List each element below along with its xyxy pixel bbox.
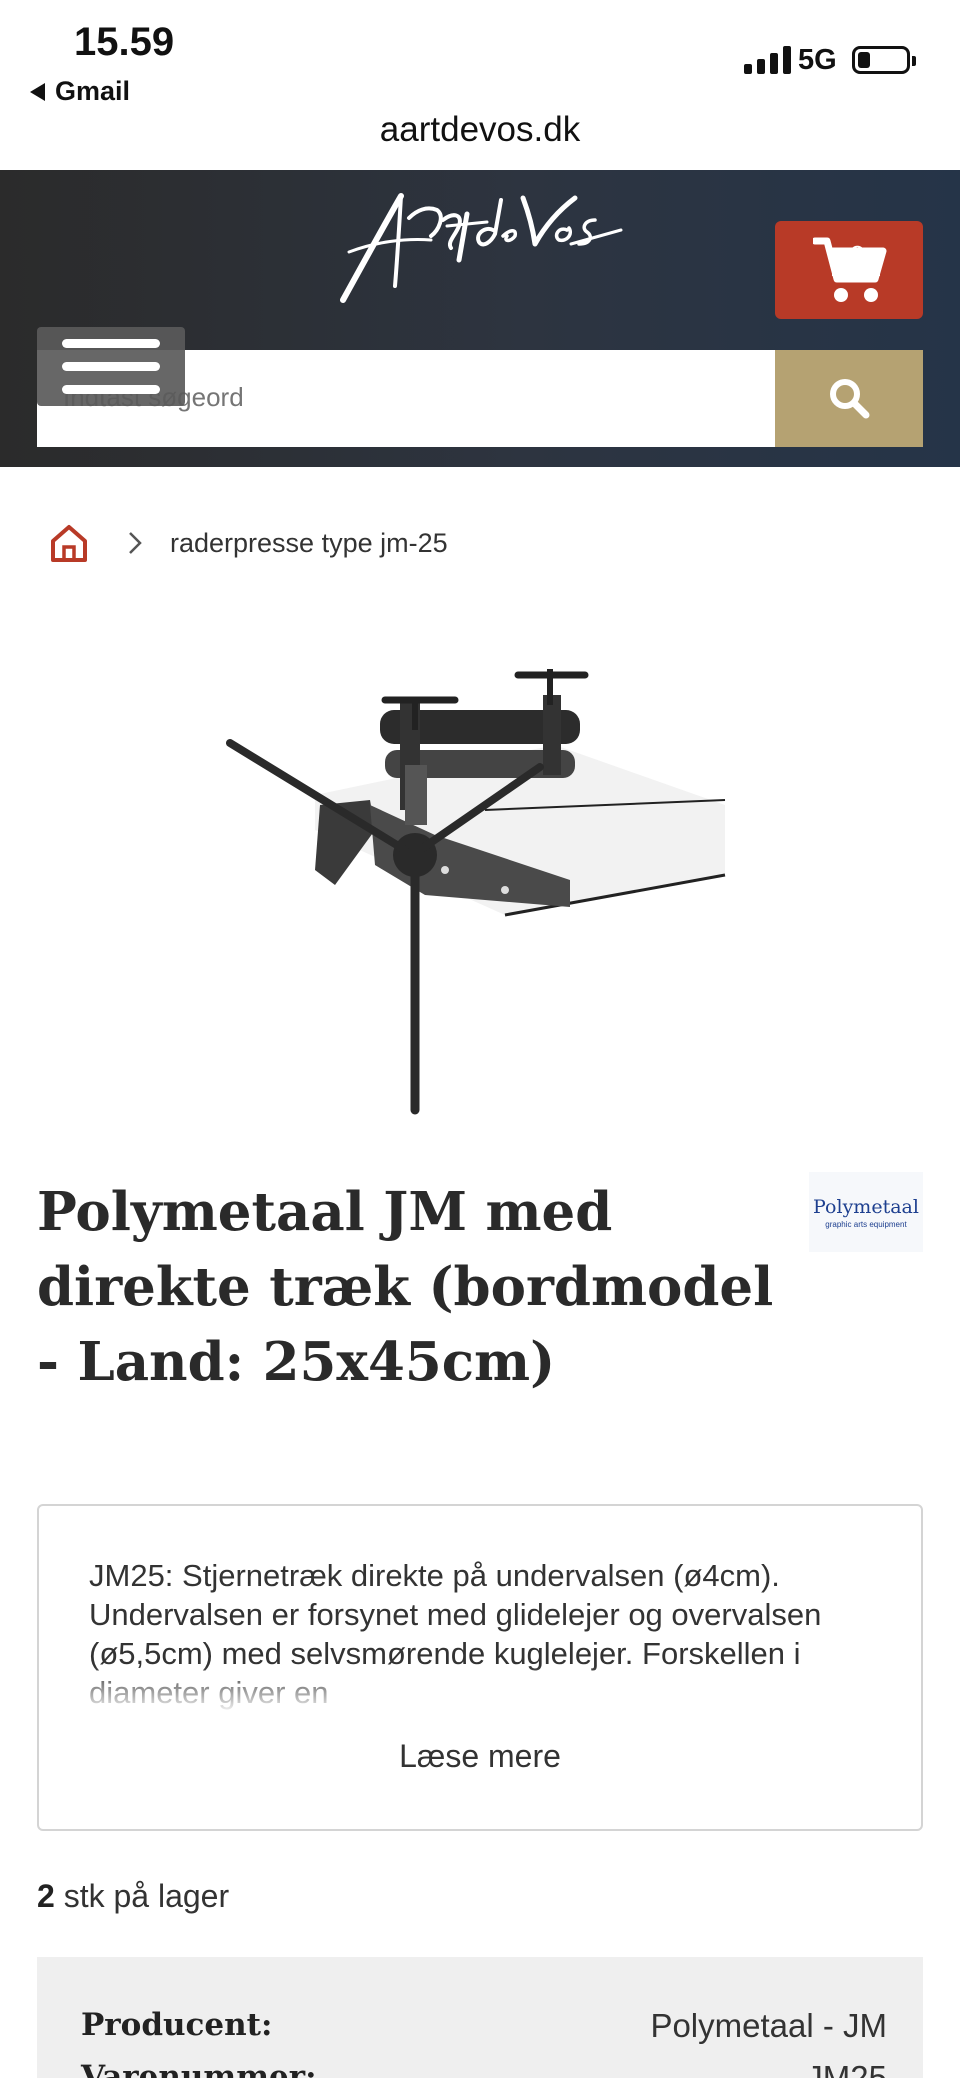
- stock-status: 2 stk på lager: [37, 1878, 229, 1915]
- spec-value: JM25: [806, 2059, 887, 2078]
- description-box: JM25: Stjernetræk direkte på undervalsen…: [37, 1504, 923, 1831]
- chevron-right-icon: [129, 532, 142, 554]
- breadcrumb-current[interactable]: raderpresse type jm-25: [170, 528, 448, 559]
- battery-icon: [852, 46, 916, 74]
- stock-label: stk på lager: [63, 1878, 230, 1914]
- home-icon[interactable]: [50, 523, 88, 563]
- status-bar: 15.59 Gmail 5G: [0, 0, 960, 118]
- search-icon: [830, 379, 870, 419]
- spec-row: Varenummer: JM25: [81, 2059, 887, 2078]
- product-image[interactable]: [225, 655, 735, 1125]
- spec-table: Producent: Polymetaal - JM Varenummer: J…: [37, 1957, 923, 2078]
- product-title: Polymetaal JM med direkte træk (bordmode…: [37, 1181, 774, 1393]
- hamburger-menu-button[interactable]: [37, 327, 185, 406]
- cart-button[interactable]: 0: [775, 221, 923, 319]
- site-header: 0: [0, 170, 960, 467]
- search-button[interactable]: [775, 350, 923, 447]
- brand-logo-name: Polymetaal: [813, 1196, 919, 1218]
- brand-logo-tagline: graphic arts equipment: [825, 1220, 907, 1229]
- breadcrumb: raderpresse type jm-25: [50, 520, 448, 566]
- browser-url[interactable]: aartdevos.dk: [0, 110, 960, 150]
- brand-logo[interactable]: Polymetaal graphic arts equipment: [809, 1172, 923, 1252]
- stock-count: 2: [37, 1878, 55, 1914]
- network-type: 5G: [798, 44, 837, 76]
- cellular-signal-icon: [744, 46, 791, 74]
- site-logo[interactable]: [335, 190, 625, 310]
- back-to-app-link[interactable]: Gmail: [30, 76, 130, 107]
- spec-key: Producent:: [81, 2007, 273, 2043]
- status-time: 15.59: [74, 20, 175, 64]
- description-fade: [89, 1666, 889, 1712]
- spec-key: Varenummer:: [81, 2059, 317, 2078]
- spec-value: Polymetaal - JM: [650, 2007, 887, 2044]
- spec-row: Producent: Polymetaal - JM: [81, 2007, 887, 2045]
- back-app-label: Gmail: [55, 76, 131, 106]
- cart-count-badge: 0: [849, 241, 866, 270]
- menu-bar-icon: [62, 339, 160, 348]
- read-more-button[interactable]: Læse mere: [39, 1738, 921, 1775]
- back-arrow-icon: [30, 82, 45, 101]
